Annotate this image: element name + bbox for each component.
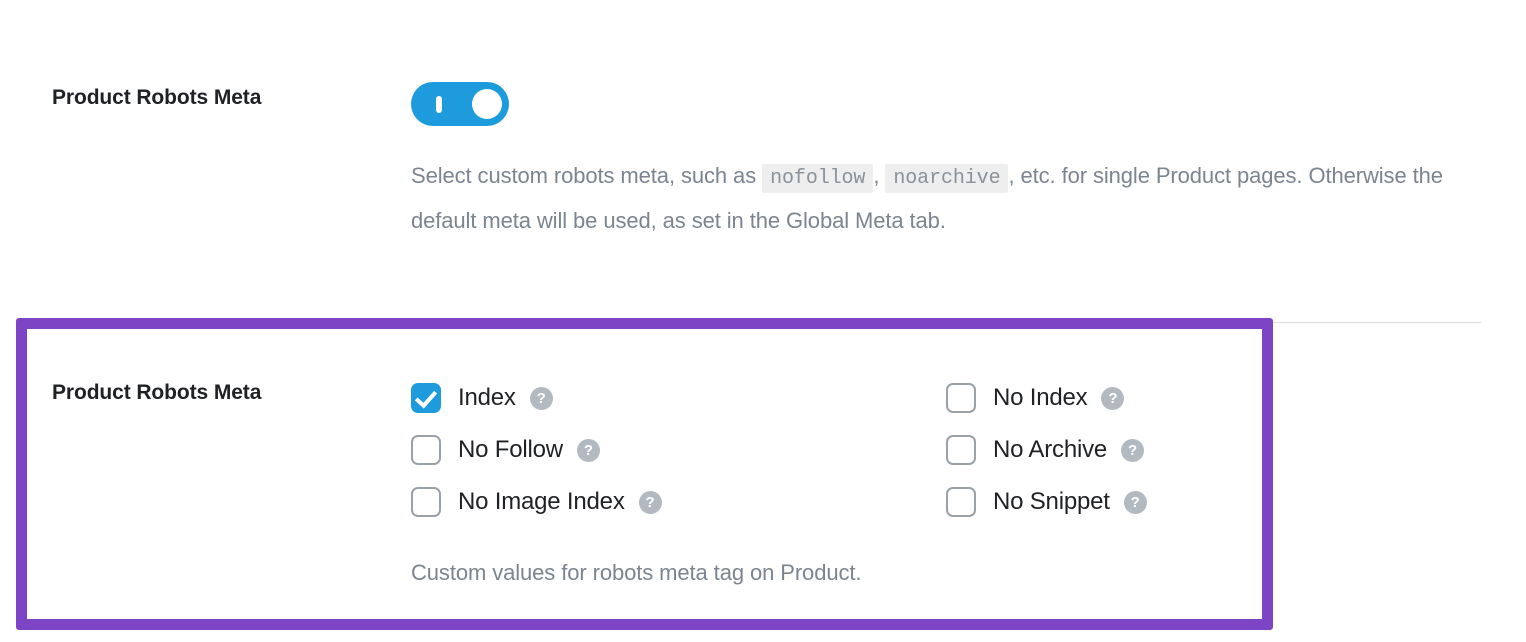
- checkbox-no-snippet[interactable]: [946, 487, 976, 517]
- toggle-on-bar-icon: [436, 96, 442, 113]
- checkbox-label-no-index: No Index: [993, 384, 1088, 411]
- checkbox-no-image-index[interactable]: [411, 487, 441, 517]
- checkbox-no-follow[interactable]: [411, 435, 441, 465]
- help-icon-no-snippet[interactable]: ?: [1123, 490, 1147, 514]
- checkbox-label-no-follow: No Follow: [458, 436, 563, 463]
- toggle-knob: [472, 89, 502, 119]
- help-icon-index[interactable]: ?: [529, 386, 553, 410]
- section-divider: [1273, 322, 1481, 323]
- checkbox-no-index[interactable]: [946, 383, 976, 413]
- checkbox-row-no-follow[interactable]: No Follow ?: [411, 432, 662, 468]
- checkbox-row-no-index[interactable]: No Index ?: [946, 380, 1147, 416]
- checkbox-label-index: Index: [458, 384, 516, 411]
- description-separator-1: ,: [873, 163, 880, 188]
- help-icon-no-archive[interactable]: ?: [1121, 438, 1145, 462]
- product-robots-meta-toggle-label: Product Robots Meta: [52, 86, 262, 109]
- help-icon-no-index[interactable]: ?: [1101, 386, 1125, 410]
- checkbox-label-no-image-index: No Image Index: [458, 488, 625, 515]
- checkbox-no-archive[interactable]: [946, 435, 976, 465]
- checkbox-row-index[interactable]: Index ?: [411, 380, 662, 416]
- checkbox-row-no-archive[interactable]: No Archive ?: [946, 432, 1147, 468]
- product-robots-meta-description: Select custom robots meta, such as nofol…: [411, 155, 1471, 242]
- help-icon-no-follow[interactable]: ?: [576, 438, 600, 462]
- checkbox-index[interactable]: [411, 383, 441, 413]
- product-robots-meta-toggle[interactable]: [411, 82, 509, 126]
- checkbox-row-no-snippet[interactable]: No Snippet ?: [946, 484, 1147, 520]
- code-nofollow: nofollow: [762, 164, 874, 193]
- checkbox-label-no-snippet: No Snippet: [993, 488, 1110, 515]
- code-noarchive: noarchive: [885, 164, 1009, 193]
- robots-meta-left-column: Index ? No Follow ? No Image Index ?: [411, 380, 662, 536]
- checkbox-row-no-image-index[interactable]: No Image Index ?: [411, 484, 662, 520]
- description-part-1: Select custom robots meta, such as: [411, 163, 757, 188]
- robots-meta-caption: Custom values for robots meta tag on Pro…: [411, 560, 862, 585]
- robots-meta-field-label: Product Robots Meta: [52, 381, 262, 404]
- help-icon-no-image-index[interactable]: ?: [638, 490, 662, 514]
- checkbox-label-no-archive: No Archive: [993, 436, 1108, 463]
- robots-meta-right-column: No Index ? No Archive ? No Snippet ?: [946, 380, 1147, 536]
- product-robots-meta-toggle-section: Product Robots Meta Select custom robots…: [0, 0, 1526, 318]
